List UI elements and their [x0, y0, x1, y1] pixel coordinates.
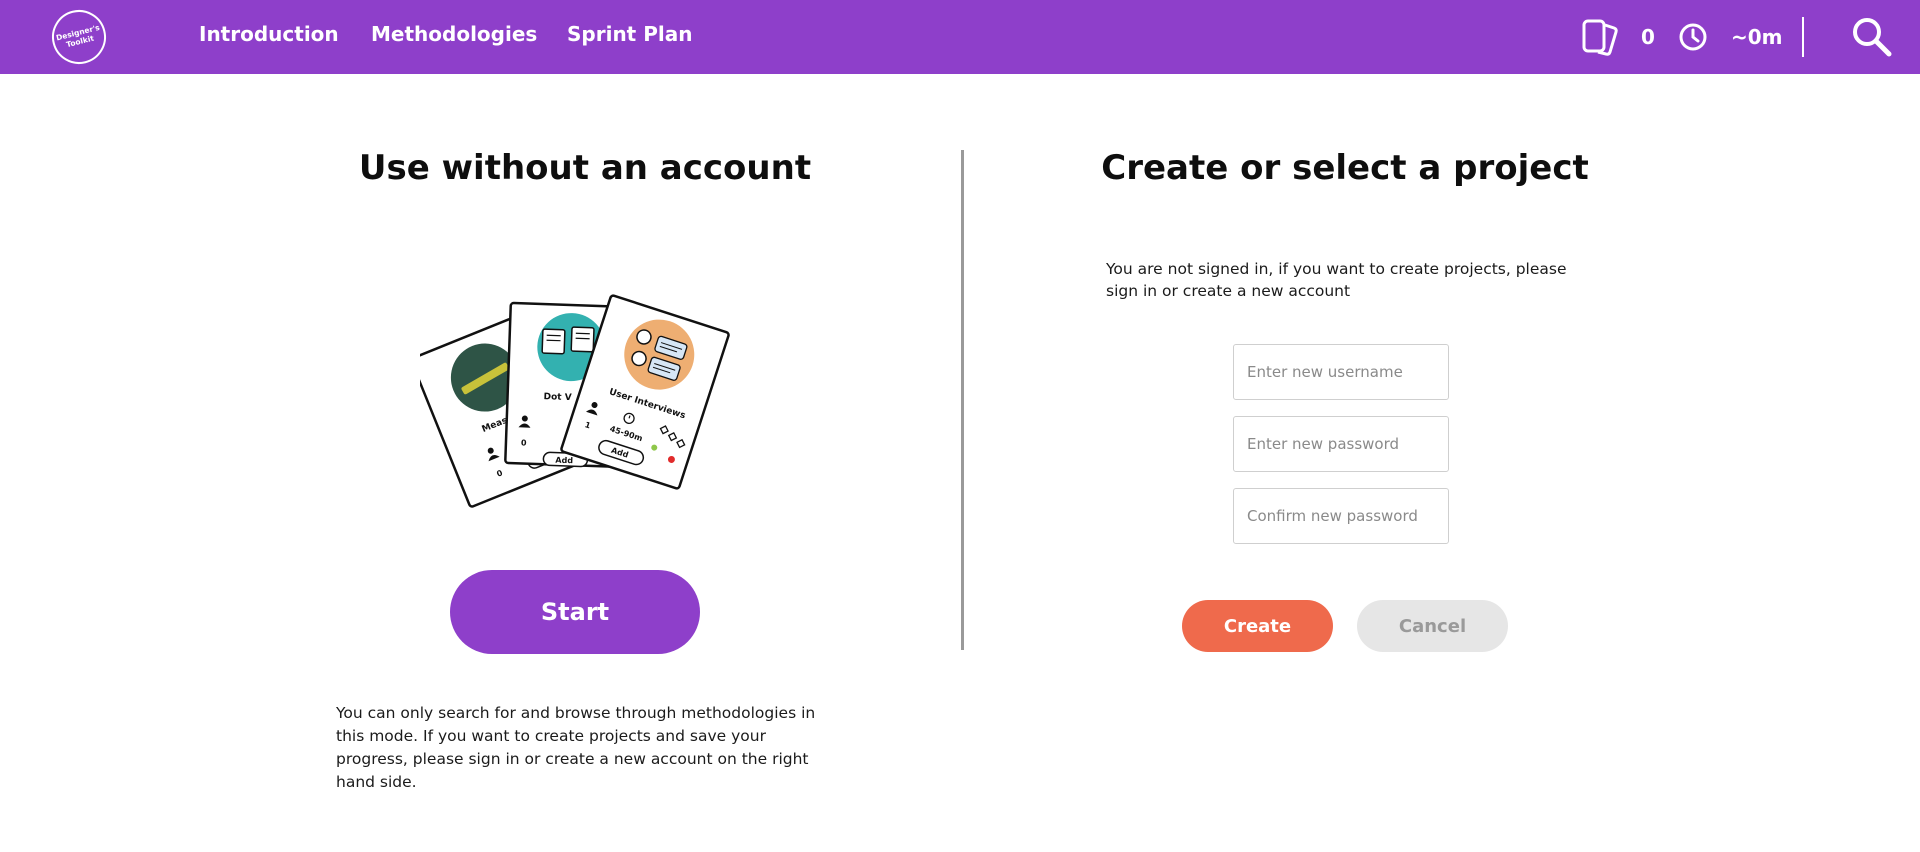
right-info-text: You are not signed in, if you want to cr…: [1106, 260, 1567, 300]
right-title: Create or select a project: [1101, 148, 1589, 188]
start-button[interactable]: Start: [450, 570, 700, 654]
logo[interactable]: Designer's Toolkit: [46, 4, 112, 70]
cards-count: 0: [1641, 25, 1655, 49]
password-input[interactable]: [1233, 416, 1449, 472]
card-dot-add: Add: [555, 456, 573, 466]
card-dot-title: Dot V: [543, 392, 571, 403]
logo-text: Designer's Toolkit: [55, 22, 101, 50]
card-dot-count: 0: [521, 438, 527, 447]
confirm-password-input[interactable]: [1233, 488, 1449, 544]
clock-icon: [1679, 23, 1707, 51]
nav-methodologies[interactable]: Methodologies: [371, 22, 537, 46]
left-info-text: You can only search for and browse throu…: [336, 704, 816, 791]
nav-introduction[interactable]: Introduction: [199, 22, 339, 46]
time-estimate: ~0m: [1731, 25, 1783, 49]
header-divider: [1802, 17, 1804, 57]
create-button[interactable]: Create: [1182, 600, 1333, 652]
nav-sprint-plan[interactable]: Sprint Plan: [567, 22, 692, 46]
cards-icon[interactable]: [1581, 17, 1619, 57]
methodology-cards-illustration: Meas 0 Ad Dot V 0 Add User Interviews: [420, 294, 730, 508]
search-icon[interactable]: [1850, 15, 1894, 59]
panel-divider: [961, 150, 964, 650]
username-input[interactable]: [1233, 344, 1449, 400]
top-nav-bar: Designer's Toolkit Introduction Methodol…: [0, 0, 1920, 74]
left-title: Use without an account: [358, 148, 812, 188]
cancel-button[interactable]: Cancel: [1357, 600, 1508, 652]
